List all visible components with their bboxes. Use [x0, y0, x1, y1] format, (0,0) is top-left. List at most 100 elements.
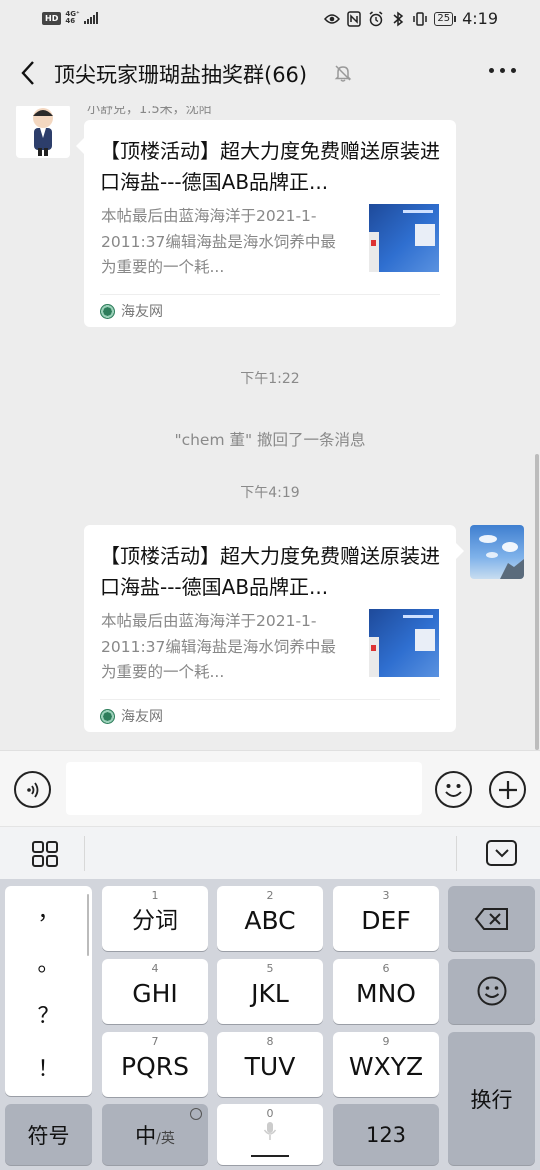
key-6[interactable]: 6 MNO — [333, 959, 439, 1024]
avatar-sky-image — [479, 535, 524, 579]
hd-indicator: HD — [42, 11, 62, 25]
signal-icon — [83, 12, 98, 24]
key-number: 0 — [266, 1107, 274, 1120]
status-time: 4:19 — [462, 9, 498, 28]
language-label: 中/英 — [102, 1120, 208, 1150]
key-label: JKL — [251, 979, 289, 1008]
emoji-key[interactable] — [448, 959, 535, 1024]
more-dot — [511, 68, 516, 73]
backspace-key[interactable] — [448, 886, 535, 951]
symbols-key[interactable]: 符号 — [5, 1104, 92, 1165]
eye-icon — [324, 11, 341, 27]
status-right: 25 4:19 — [324, 9, 498, 28]
timestamp: 下午4:19 — [240, 485, 300, 501]
key-9[interactable]: 9 WXYZ — [333, 1032, 439, 1097]
numbers-label: 123 — [365, 1122, 407, 1147]
more-options-button[interactable] — [489, 68, 516, 73]
my-avatar[interactable] — [470, 525, 524, 579]
sender-info: 小舒兒，1.5米，沈阳 — [87, 106, 212, 117]
battery-icon: 25 — [434, 11, 454, 26]
toolbar-divider — [456, 836, 457, 871]
card-source: 海友网 — [100, 301, 163, 321]
sender-avatar[interactable] — [16, 106, 70, 158]
hide-keyboard-button[interactable] — [486, 840, 517, 866]
language-switch-key[interactable]: 中/英 — [102, 1104, 208, 1165]
punctuation-key[interactable]: ！ — [5, 1051, 92, 1083]
back-button[interactable] — [14, 57, 42, 89]
key-number: 4 — [151, 962, 159, 975]
card-title: 【顶楼活动】超大力度免费赠送原装进口海盐---德国AB品牌正... — [100, 544, 440, 599]
key-number: 6 — [382, 962, 390, 975]
chat-area[interactable]: 小舒兒，1.5米，沈阳 【顶楼活动】超大力度免费赠送原装进口海盐---德国AB品… — [0, 106, 540, 750]
input-bar — [0, 750, 540, 826]
key-number: 1 — [151, 889, 159, 902]
back-icon — [21, 61, 34, 85]
space-key[interactable]: 0 — [217, 1104, 323, 1165]
microphone-icon — [263, 1122, 277, 1140]
key-label: ABC — [244, 906, 296, 935]
language-alt: /英 — [156, 1130, 175, 1147]
key-number: 3 — [382, 889, 390, 902]
status-bar: HD 4G⁺ 46 25 4:19 — [0, 0, 540, 40]
network-sub-label: 46 — [65, 17, 76, 25]
key-number: 2 — [266, 889, 274, 902]
voice-icon — [26, 781, 38, 798]
network-type: 4G⁺ 46 — [65, 11, 79, 25]
card-thumbnail — [369, 204, 439, 272]
card-divider — [100, 699, 440, 700]
chat-scrollbar[interactable] — [535, 454, 539, 750]
key-2[interactable]: 2 ABC — [217, 886, 323, 951]
keyboard-menu-button[interactable] — [30, 839, 60, 869]
key-3[interactable]: 3 DEF — [333, 886, 439, 951]
backspace-icon — [474, 908, 508, 930]
punctuation-key[interactable]: 。 — [5, 946, 92, 978]
emoji-button[interactable] — [435, 771, 472, 808]
card-title: 【顶楼活动】超大力度免费赠送原装进口海盐---德国AB品牌正... — [100, 139, 440, 194]
numbers-key[interactable]: 123 — [333, 1104, 439, 1165]
keyboard: ， 。 ？ ！ 1 分词 2 ABC 3 DEF 4 GHI 5 JKL 6 M… — [0, 879, 540, 1170]
more-dot — [489, 68, 494, 73]
source-logo-icon — [100, 303, 115, 319]
globe-icon — [190, 1108, 202, 1120]
battery-level: 25 — [437, 12, 451, 24]
plus-icon — [498, 780, 517, 799]
card-description: 本帖最后由蓝海海洋于2021-1-2011:37编辑海盐是海水饲养中最为重要的一… — [101, 207, 336, 276]
enter-key[interactable]: 换行 — [448, 1032, 535, 1165]
card-divider — [100, 294, 440, 295]
key-8[interactable]: 8 TUV — [217, 1032, 323, 1097]
card-source: 海友网 — [100, 706, 163, 726]
more-functions-button[interactable] — [489, 771, 526, 808]
source-name: 海友网 — [121, 709, 163, 725]
key-number: 5 — [266, 962, 274, 975]
key-1[interactable]: 1 分词 — [102, 886, 208, 951]
chevron-down-icon — [494, 849, 509, 858]
punctuation-list[interactable]: ， 。 ？ ！ — [5, 886, 92, 1096]
source-logo-icon — [100, 708, 115, 724]
key-number: 8 — [266, 1035, 274, 1048]
key-label: GHI — [132, 979, 178, 1008]
space-bar-indicator — [251, 1155, 289, 1157]
key-label: DEF — [361, 906, 411, 935]
smiley-icon — [477, 976, 507, 1006]
message-input[interactable] — [66, 762, 422, 815]
smiley-icon — [445, 784, 462, 797]
card-thumbnail — [369, 609, 439, 677]
key-5[interactable]: 5 JKL — [217, 959, 323, 1024]
key-label: PQRS — [121, 1052, 189, 1081]
shared-link-card[interactable]: 【顶楼活动】超大力度免费赠送原装进口海盐---德国AB品牌正... 本帖最后由蓝… — [76, 120, 456, 327]
key-4[interactable]: 4 GHI — [102, 959, 208, 1024]
voice-input-button[interactable] — [14, 771, 51, 808]
key-number: 7 — [151, 1035, 159, 1048]
shared-link-card[interactable]: 【顶楼活动】超大力度免费赠送原装进口海盐---德国AB品牌正... 本帖最后由蓝… — [84, 525, 464, 732]
vibrate-icon — [412, 11, 428, 27]
punctuation-key[interactable]: ？ — [5, 998, 92, 1030]
mute-bell-icon — [333, 63, 353, 83]
bluetooth-icon — [390, 11, 406, 27]
avatar-figure — [33, 108, 53, 156]
battery-tip — [454, 15, 457, 22]
punctuation-key[interactable]: ， — [5, 894, 92, 926]
toolbar-divider — [84, 836, 85, 871]
key-number: 9 — [382, 1035, 390, 1048]
key-7[interactable]: 7 PQRS — [102, 1032, 208, 1097]
key-label: WXYZ — [348, 1052, 424, 1081]
